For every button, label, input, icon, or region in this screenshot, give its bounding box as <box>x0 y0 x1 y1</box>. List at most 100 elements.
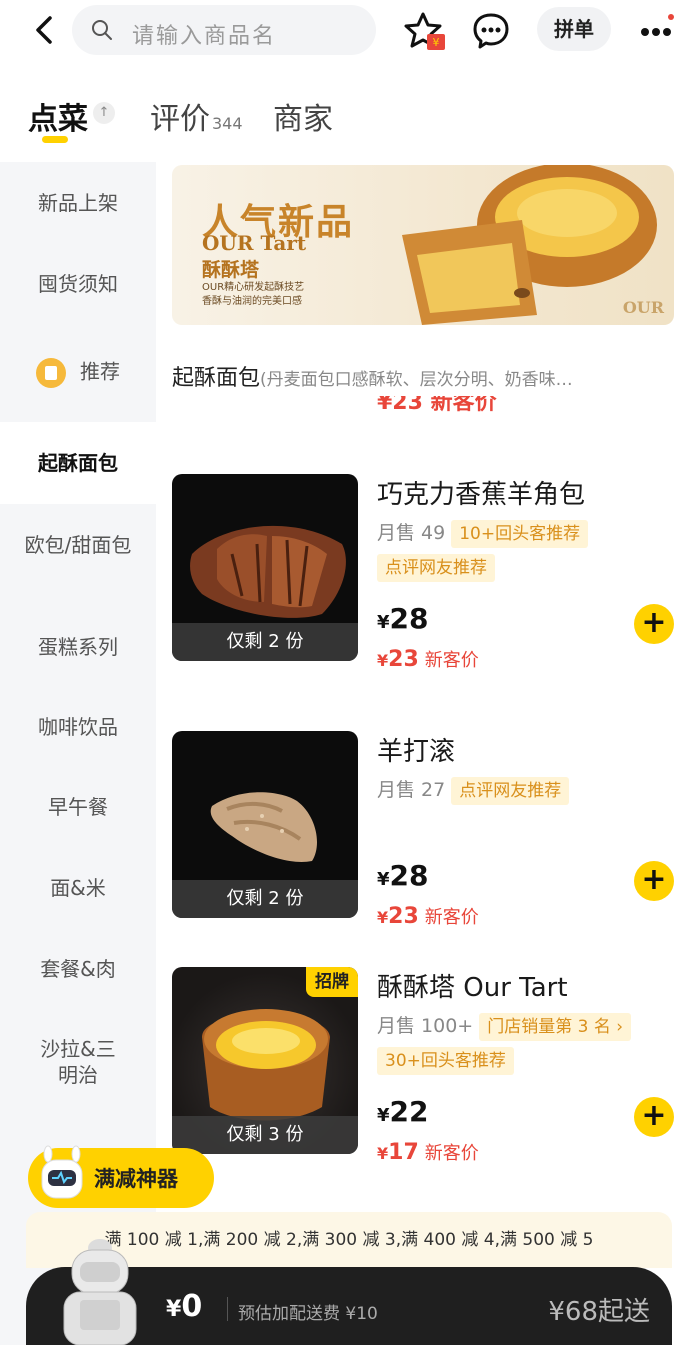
product-name[interactable]: 羊打滚 <box>377 731 455 768</box>
recommend-icon <box>36 358 66 388</box>
remaining-label: 仅剩 3 份 <box>172 1116 358 1154</box>
product-tag: 点评网友推荐 <box>451 776 570 805</box>
back-arrow-icon[interactable] <box>26 10 66 50</box>
cut-off-price: ¥23 新客价 <box>377 396 497 414</box>
cut-off-price-row: ¥23 新客价 <box>377 396 577 414</box>
banner-brand: OUR <box>622 298 664 317</box>
favorite-star-icon[interactable]: ¥ <box>403 10 447 54</box>
sidebar-item-salad-sandwich[interactable]: 沙拉&三明治 <box>0 1036 156 1088</box>
sidebar-item-stock-notice[interactable]: 囤货须知 <box>0 271 156 297</box>
monthly-sales: 月售 100+ <box>377 1015 474 1037</box>
sidebar-item-brunch[interactable]: 早午餐 <box>0 794 156 820</box>
remaining-label: 仅剩 2 份 <box>172 623 358 661</box>
currency-symbol: ¥ <box>377 1144 389 1163</box>
product-price: ¥22 <box>377 1095 429 1128</box>
banner-description: OUR精心研发起酥技艺 香酥与油润的完美口感 <box>202 281 342 309</box>
section-description: (丹麦面包口感酥软、层次分明、奶香味… <box>260 370 573 390</box>
cart-total-value: 0 <box>181 1289 203 1324</box>
sidebar-item-new[interactable]: 新品上架 <box>0 190 156 216</box>
product-tags-row: 点评网友推荐 <box>377 554 495 582</box>
new-price-label: 新客价 <box>424 1143 479 1164</box>
tab-reviews-label: 评价 <box>150 102 210 137</box>
sidebar-item-set-meat[interactable]: 套餐&肉 <box>0 956 156 982</box>
product-image[interactable]: 仅剩 2 份 <box>172 731 358 918</box>
search-icon <box>92 20 112 40</box>
banner-desc-line-1: OUR精心研发起酥技艺 <box>202 282 305 293</box>
price-value: 28 <box>389 859 429 892</box>
group-order-button[interactable]: 拼单 <box>537 7 611 51</box>
cart-total: ¥0 <box>166 1289 202 1324</box>
sidebar-item-european-bread[interactable]: 欧包/甜面包 <box>0 532 156 558</box>
new-price-value: 23 <box>388 904 419 929</box>
new-price-label: 新客价 <box>424 907 479 928</box>
more-options-icon[interactable] <box>637 14 677 50</box>
review-count: 344 <box>212 114 243 133</box>
new-customer-price: ¥23 新客价 <box>377 903 479 929</box>
product-tag: 30+回头客推荐 <box>377 1047 514 1075</box>
sidebar-item-recommend[interactable]: 推荐 <box>0 358 156 388</box>
product-card[interactable]: 仅剩 2 份 羊打滚 月售 27 点评网友推荐 ¥28 ¥23 新客价 + <box>172 731 678 929</box>
new-price-value: 23 <box>388 647 419 672</box>
cart-divider <box>227 1297 228 1321</box>
currency-symbol: ¥ <box>377 612 390 633</box>
tab-merchant-label: 商家 <box>273 102 333 137</box>
price-value: 28 <box>389 602 429 635</box>
price-value: 22 <box>389 1095 429 1128</box>
banner-subtitle-en: OUR Tart <box>202 231 307 255</box>
product-card[interactable]: 仅剩 2 份 巧克力香蕉羊角包 月售 49 10+回头客推荐 点评网友推荐 ¥28… <box>172 474 678 672</box>
monthly-sales: 月售 27 <box>377 779 446 801</box>
robot-mascot-icon <box>41 1145 83 1199</box>
new-customer-price: ¥17 新客价 <box>377 1139 479 1165</box>
sales-rank-tag[interactable]: 门店销量第 3 名 › <box>479 1012 632 1041</box>
min-order-label[interactable]: ¥68起送 <box>548 1291 650 1328</box>
search-input[interactable]: 请输入商品名 <box>72 5 376 55</box>
currency-symbol: ¥ <box>377 651 389 670</box>
signature-badge: 招牌 <box>306 967 358 997</box>
add-to-cart-button[interactable]: + <box>634 1097 674 1137</box>
product-sales: 月售 100+ 门店销量第 3 名 › <box>377 1011 632 1041</box>
section-title: 起酥面包 <box>172 366 261 391</box>
remaining-label: 仅剩 2 份 <box>172 880 358 918</box>
sidebar-item-noodles-rice[interactable]: 面&米 <box>0 875 156 901</box>
new-customer-price: ¥23 新客价 <box>377 646 479 672</box>
sidebar-item-cakes[interactable]: 蛋糕系列 <box>0 634 156 660</box>
tab-order[interactable]: 点菜 <box>28 94 88 138</box>
delivery-fee-note: 预估加配送费 ¥10 <box>238 1304 378 1324</box>
product-tag: 点评网友推荐 <box>377 554 495 582</box>
product-price: ¥28 <box>377 602 429 635</box>
product-card[interactable]: 招牌 仅剩 3 份 酥酥塔 Our Tart 月售 100+ 门店销量第 3 名 … <box>172 967 678 1165</box>
monthly-sales: 月售 49 <box>377 522 446 544</box>
add-to-cart-button[interactable]: + <box>634 604 674 644</box>
add-to-cart-button[interactable]: + <box>634 861 674 901</box>
product-image[interactable]: 仅剩 2 份 <box>172 474 358 661</box>
star-badge-text: ¥ <box>433 36 440 49</box>
new-price-value: 17 <box>388 1140 419 1165</box>
section-header: 起酥面包(丹麦面包口感酥软、层次分明、奶香味… <box>172 360 672 392</box>
product-price: ¥28 <box>377 859 429 892</box>
search-placeholder: 请输入商品名 <box>132 24 277 49</box>
product-name[interactable]: 巧克力香蕉羊角包 <box>377 474 585 511</box>
sidebar-item-recommend-label: 推荐 <box>80 359 120 384</box>
product-tag: 10+回头客推荐 <box>451 519 589 548</box>
sidebar-item-puff-bread[interactable]: 起酥面包 <box>0 422 156 504</box>
currency-symbol: ¥ <box>377 908 389 927</box>
new-price-label: 新客价 <box>424 650 479 671</box>
scroll-top-icon[interactable]: ↑ <box>93 102 115 124</box>
discount-tool-label: 满减神器 <box>94 1167 178 1191</box>
tab-bar: 点菜 ↑ 评价 344 商家 <box>0 62 700 162</box>
tab-reviews[interactable]: 评价 344 <box>150 94 243 138</box>
product-sales: 月售 27 点评网友推荐 <box>377 775 570 805</box>
product-tags-row: 30+回头客推荐 <box>377 1047 514 1075</box>
promo-banner[interactable]: 人气新品 OUR Tart 酥酥塔 OUR精心研发起酥技艺 香酥与油润的完美口感… <box>172 165 674 325</box>
tab-merchant[interactable]: 商家 <box>273 94 333 138</box>
currency-symbol: ¥ <box>377 1105 390 1126</box>
product-image[interactable]: 招牌 仅剩 3 份 <box>172 967 358 1154</box>
active-tab-indicator <box>42 136 68 143</box>
cart-robot-icon[interactable] <box>50 1228 150 1345</box>
discount-tool-button[interactable]: 满减神器 <box>28 1145 214 1208</box>
top-bar: 请输入商品名 ¥ 拼单 <box>0 0 700 62</box>
product-name[interactable]: 酥酥塔 Our Tart <box>377 967 568 1004</box>
sidebar-item-coffee[interactable]: 咖啡饮品 <box>0 714 156 740</box>
tab-order-label: 点菜 <box>28 102 88 137</box>
chat-icon[interactable] <box>471 10 511 50</box>
